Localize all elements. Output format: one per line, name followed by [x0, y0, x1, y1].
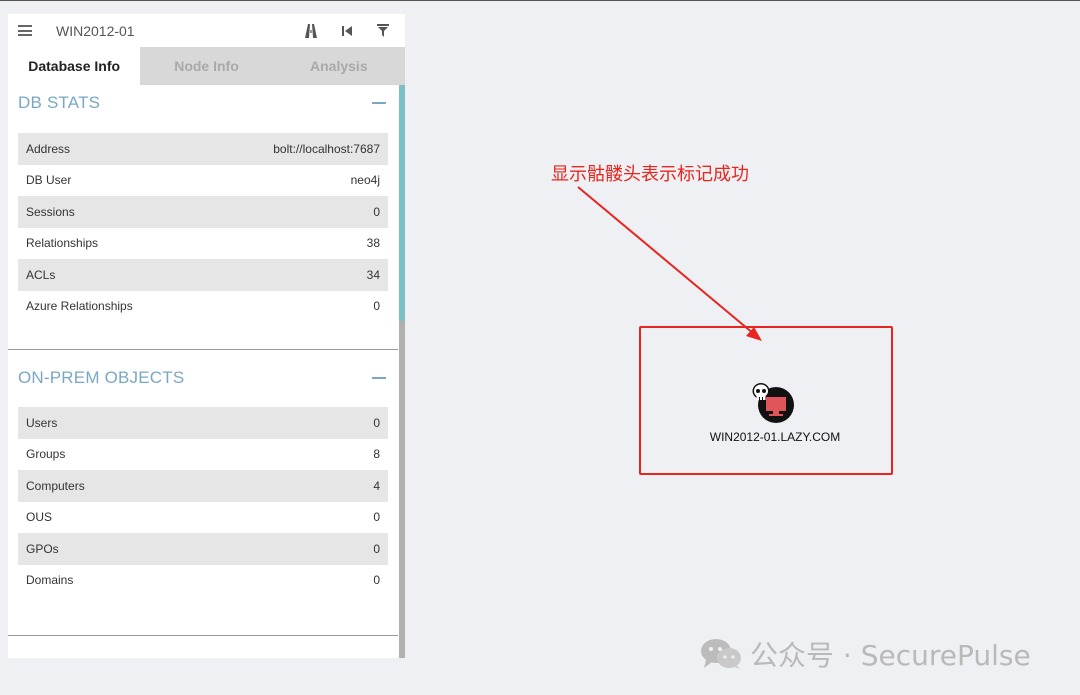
node-label: WIN2012-01.LAZY.COM — [709, 430, 841, 444]
table-row: Groups 8 — [18, 439, 388, 471]
selected-node-title: WIN2012-01 — [56, 22, 135, 39]
table-row: Users 0 — [18, 407, 388, 439]
row-label: DB User — [26, 173, 72, 188]
annotation-text: 显示骷髅头表示标记成功 — [551, 164, 749, 185]
row-value: 0 — [373, 510, 380, 525]
watermark: 公众号 · SecurePulse — [700, 634, 1031, 674]
filter-icon — [377, 24, 389, 37]
hamburger-menu-icon[interactable] — [18, 25, 32, 36]
table-row: OUS 0 — [18, 502, 388, 534]
table-row: Sessions 0 — [18, 196, 388, 228]
row-value: 0 — [373, 415, 380, 430]
db-stats-table: Address bolt://localhost:7687 DB User neo4… — [18, 133, 388, 322]
row-value: 8 — [373, 447, 380, 462]
row-label: Address — [26, 141, 71, 156]
pathfinding-button[interactable] — [299, 20, 323, 42]
computer-node[interactable]: WIN2012-01.LAZY.COM — [700, 382, 850, 444]
row-label: Domains — [26, 573, 74, 588]
table-row: ACLs 34 — [18, 259, 388, 291]
table-row: Computers 4 — [18, 470, 388, 502]
onprem-objects-header: ON-PREM OBJECTS — [8, 360, 398, 396]
tab-node-info[interactable]: Node Info — [140, 47, 272, 85]
table-row: Address bolt://localhost:7687 — [18, 133, 388, 165]
db-stats-header: DB STATS — [8, 85, 398, 121]
watermark-text: 公众号 · SecurePulse — [750, 639, 1031, 672]
scrollbar-thumb[interactable] — [399, 85, 405, 321]
db-stats-title: DB STATS — [18, 93, 101, 112]
row-label: GPOs — [26, 541, 59, 556]
row-value: 0 — [373, 541, 380, 556]
row-value: 38 — [366, 236, 380, 251]
database-info-panel: WIN2012-01 Database Info Node Info Analy… — [8, 14, 405, 658]
row-label: OUS — [26, 510, 53, 525]
row-label: Relationships — [26, 236, 99, 251]
panel-content: DB STATS Address bolt://localhost:7687 DB… — [8, 85, 398, 658]
row-value: neo4j — [350, 173, 380, 188]
row-value: 0 — [373, 204, 380, 219]
db-stats-collapse-button[interactable] — [372, 102, 386, 104]
table-row: DB User neo4j — [18, 165, 388, 197]
tab-database-info[interactable]: Database Info — [8, 47, 141, 85]
row-value: 0 — [373, 299, 380, 314]
table-row: Azure Relationships 0 — [18, 291, 388, 323]
row-label: Groups — [26, 447, 66, 462]
row-label: Users — [26, 415, 58, 430]
row-value: bolt://localhost:7687 — [273, 141, 380, 156]
row-label: Sessions — [26, 204, 75, 219]
table-row: GPOs 0 — [18, 533, 388, 565]
panel-header: WIN2012-01 — [8, 14, 405, 47]
row-value: 4 — [373, 478, 380, 493]
back-button[interactable] — [335, 20, 359, 42]
window-top-border — [0, 0, 1080, 1]
onprem-objects-title: ON-PREM OBJECTS — [18, 368, 185, 387]
row-value: 0 — [373, 573, 380, 588]
road-icon — [305, 23, 317, 38]
row-value: 34 — [366, 267, 380, 282]
row-label: ACLs — [26, 267, 56, 282]
table-row: Relationships 38 — [18, 228, 388, 260]
table-row: Domains 0 — [18, 565, 388, 597]
step-back-icon — [342, 25, 352, 36]
filter-button[interactable] — [371, 20, 395, 42]
panel-tabs: Database Info Node Info Analysis — [8, 47, 405, 85]
panel-scrollbar[interactable] — [399, 85, 405, 658]
wechat-icon — [701, 639, 741, 669]
onprem-objects-table: Users 0 Groups 8 Computers 4 OUS 0 GPOs 0 Dom… — [18, 407, 388, 596]
tab-analysis[interactable]: Analysis — [273, 47, 405, 85]
onprem-objects-collapse-button[interactable] — [372, 377, 386, 379]
row-label: Azure Relationships — [26, 299, 133, 314]
computer-node-icon — [752, 383, 794, 423]
row-label: Computers — [26, 478, 85, 493]
section-divider — [8, 635, 398, 636]
